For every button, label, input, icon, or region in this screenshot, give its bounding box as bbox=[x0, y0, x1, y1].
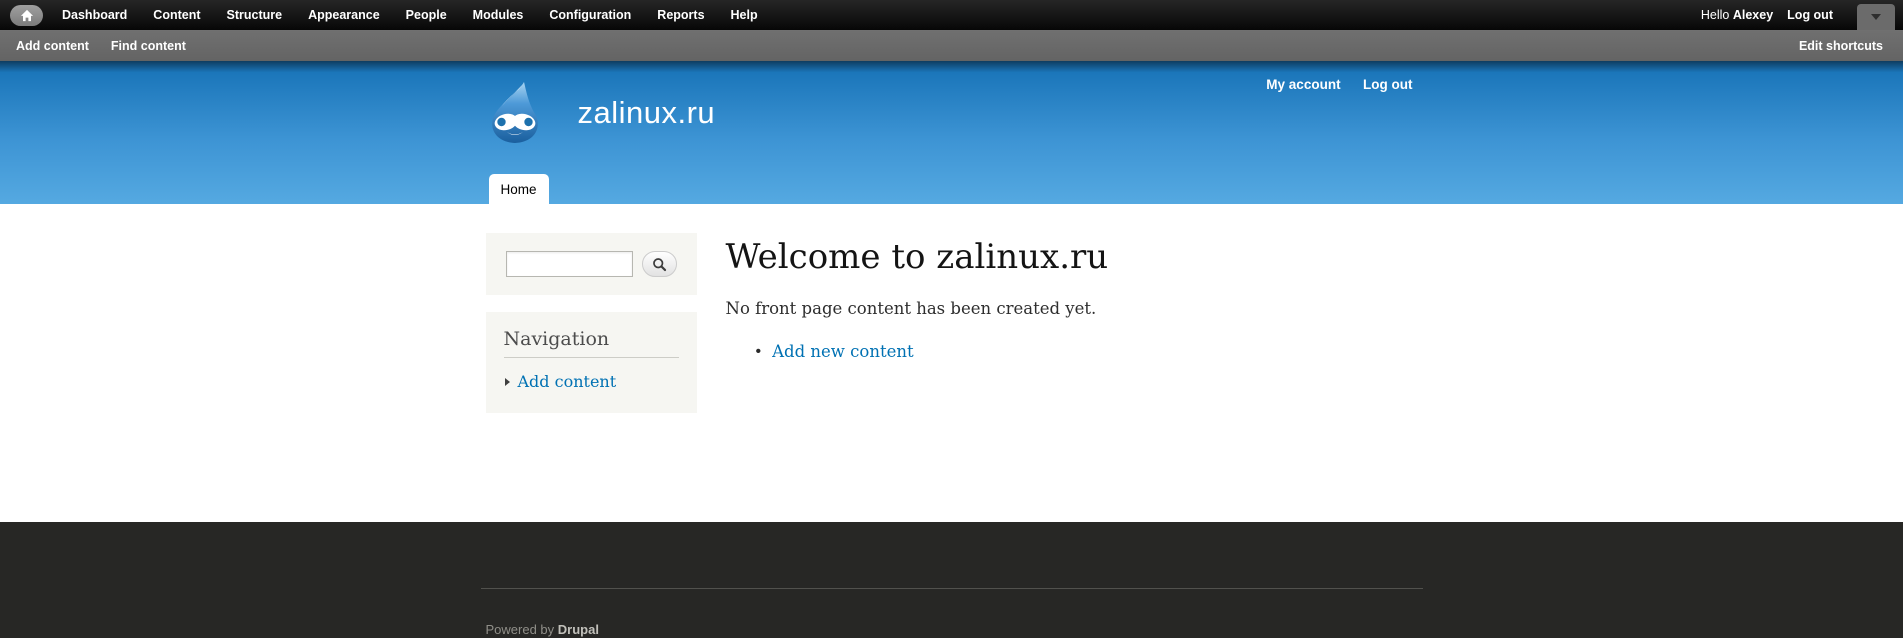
username: Alexey bbox=[1732, 8, 1774, 22]
toolbar-item-dashboard[interactable]: Dashboard bbox=[49, 0, 140, 30]
powered-by-text: Powered by bbox=[485, 622, 558, 637]
drupal-logo-icon bbox=[491, 82, 538, 143]
site-name-link[interactable]: zalinux.ru bbox=[578, 95, 716, 131]
shortcuts-bar: Add content Find content Edit shortcuts bbox=[0, 30, 1903, 61]
toolbar-item-appearance[interactable]: Appearance bbox=[295, 0, 393, 30]
secondary-menu: My account Log out bbox=[1248, 76, 1412, 94]
home-button[interactable] bbox=[10, 4, 43, 26]
tab-home[interactable]: Home bbox=[488, 174, 549, 204]
search-button[interactable] bbox=[641, 251, 677, 277]
footer-credit: Powered by Drupal bbox=[480, 588, 1423, 637]
shortcut-add-content[interactable]: Add content bbox=[16, 39, 89, 53]
search-input[interactable] bbox=[505, 251, 633, 277]
header-logout-link[interactable]: Log out bbox=[1363, 77, 1412, 92]
admin-toolbar: Dashboard Content Structure Appearance P… bbox=[0, 0, 1903, 30]
drupal-link[interactable]: Drupal bbox=[558, 622, 599, 637]
add-new-content-link[interactable]: Add new content bbox=[772, 342, 914, 361]
site-header: zalinux.ru My account Log out Home bbox=[0, 61, 1903, 204]
empty-frontpage-message: No front page content has been created y… bbox=[725, 299, 1097, 318]
search-block bbox=[485, 233, 697, 295]
shortcut-bar-toggle-button[interactable] bbox=[1857, 4, 1895, 30]
site-branding: zalinux.ru bbox=[486, 80, 716, 146]
edit-shortcuts-link[interactable]: Edit shortcuts bbox=[1799, 39, 1883, 53]
sidebar: Navigation Add content bbox=[485, 233, 697, 522]
search-icon bbox=[652, 257, 666, 271]
list-item: • Add new content bbox=[756, 342, 1410, 361]
toolbar-item-reports[interactable]: Reports bbox=[644, 0, 717, 30]
nav-add-content-link[interactable]: Add content bbox=[518, 372, 617, 391]
navigation-menu-item: Add content bbox=[504, 372, 679, 391]
toolbar-item-configuration[interactable]: Configuration bbox=[536, 0, 644, 30]
toolbar-logout-link[interactable]: Log out bbox=[1787, 8, 1833, 22]
main-area: Navigation Add content Welcome to zalinu… bbox=[0, 204, 1903, 522]
footer: Powered by Drupal bbox=[0, 522, 1903, 638]
toolbar-item-help[interactable]: Help bbox=[718, 0, 771, 30]
user-greeting: Hello Alexey bbox=[1700, 8, 1774, 22]
toolbar-item-content[interactable]: Content bbox=[140, 0, 213, 30]
shortcut-find-content[interactable]: Find content bbox=[111, 39, 186, 53]
site-logo-link[interactable] bbox=[486, 80, 544, 146]
content-region: Welcome to zalinux.ru No front page cont… bbox=[726, 233, 1430, 522]
toolbar-item-people[interactable]: People bbox=[393, 0, 460, 30]
chevron-down-icon bbox=[1871, 14, 1881, 20]
toolbar-item-structure[interactable]: Structure bbox=[214, 0, 296, 30]
navigation-block-title: Navigation bbox=[503, 328, 679, 358]
content-actions-list: • Add new content bbox=[756, 342, 1410, 361]
menu-collapsed-arrow-icon bbox=[504, 378, 510, 386]
my-account-link[interactable]: My account bbox=[1266, 77, 1340, 92]
toolbar-item-modules[interactable]: Modules bbox=[460, 0, 537, 30]
navigation-block: Navigation Add content bbox=[485, 312, 697, 413]
page-title: Welcome to zalinux.ru bbox=[725, 237, 1109, 277]
home-icon bbox=[20, 9, 34, 22]
list-bullet: • bbox=[755, 342, 762, 360]
